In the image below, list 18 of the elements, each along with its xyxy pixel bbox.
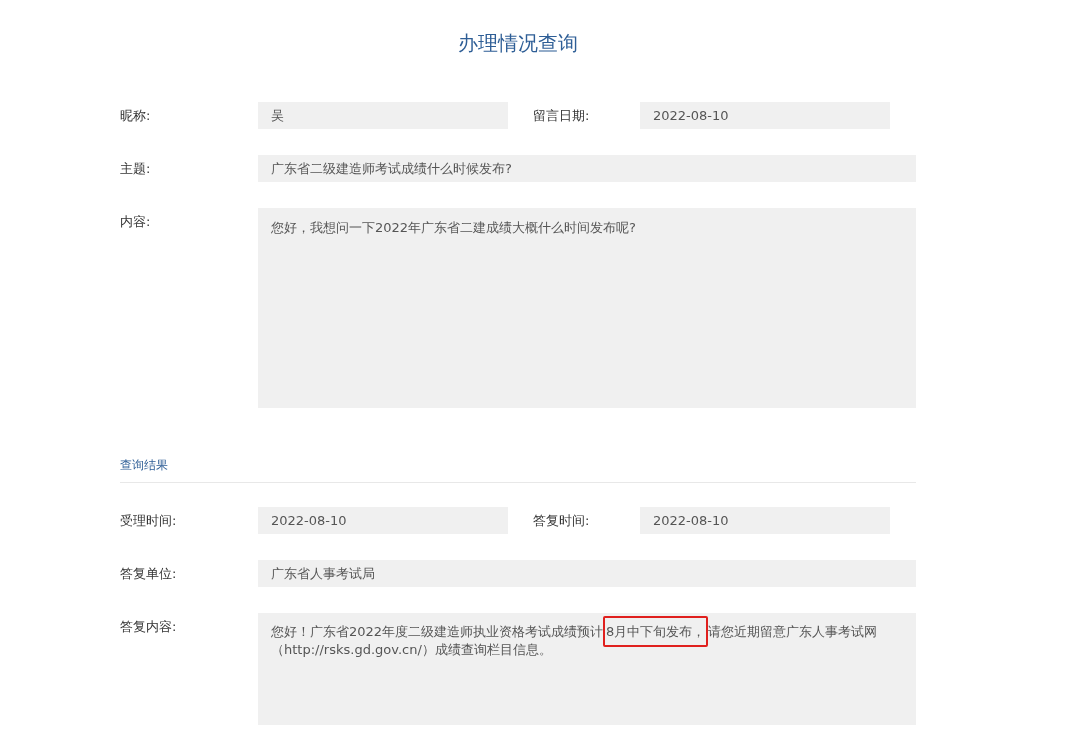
field-label: 答复单位: (120, 565, 178, 583)
section-heading: 查询结果 (120, 456, 916, 483)
field-label: 答复时间: (532, 512, 591, 530)
reply-text-area: 您好！广东省2022年度二级建造师执业资格考试成绩预计 8月中下旬发布， 请您近期留意广东人事考试网（http://rsks.gd.gov.cn/）成绩查询栏目信息。 (258, 613, 916, 725)
text-field[interactable]: 吴 (258, 102, 508, 129)
text-field[interactable]: 2022-08-10 (640, 102, 890, 129)
text-field[interactable]: 广东省人事考试局 (258, 560, 916, 587)
field-label: 留言日期: (532, 107, 591, 125)
field-label: 受理时间: (120, 512, 178, 530)
text-area[interactable]: 您好，我想问一下2022年广东省二建成绩大概什么时间发布呢? (258, 208, 916, 408)
text-field[interactable]: 2022-08-10 (258, 507, 508, 534)
page-title: 办理情况查询 (457, 30, 579, 56)
field-label: 昵称: (120, 107, 152, 125)
field-label: 主题: (120, 160, 152, 178)
field-label: 内容: (120, 213, 152, 231)
field-label: 答复内容: (120, 618, 178, 636)
text-field[interactable]: 广东省二级建造师考试成绩什么时候发布? (258, 155, 916, 182)
text-field[interactable]: 2022-08-10 (640, 507, 890, 534)
